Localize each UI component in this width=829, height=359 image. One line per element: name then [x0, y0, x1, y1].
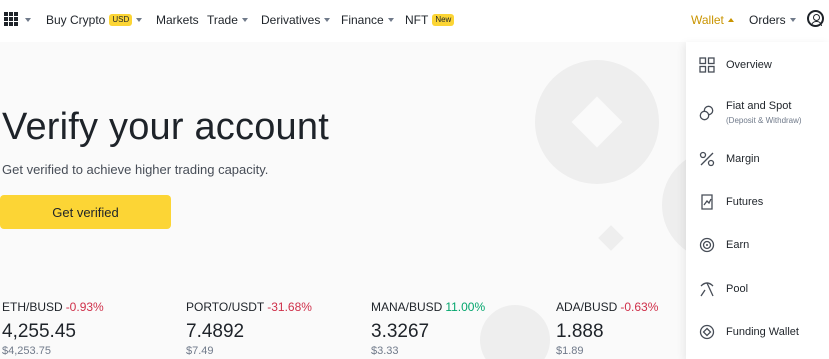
page-subtitle: Get verified to achieve higher trading c…: [2, 162, 269, 177]
decorative-circle-bottom: [480, 305, 550, 359]
percent-icon: [699, 151, 715, 167]
ticker-usd-price: $4,253.75: [2, 345, 51, 357]
ticker-price: 7.4892: [186, 321, 245, 342]
ticker-price: 3.3267: [371, 321, 430, 342]
nav-finance[interactable]: Finance: [341, 12, 394, 28]
wallet-menu-label: Fiat and Spot: [726, 100, 792, 112]
ticker-card[interactable]: MANA/BUSD 11.00% 3.3267 $3.33: [371, 298, 485, 357]
wallet-dropdown-menu: Overview Fiat and Spot (Deposit & Withdr…: [686, 42, 829, 359]
earn-target-icon: [699, 237, 715, 253]
futures-chart-icon: [699, 194, 715, 210]
ticker-card[interactable]: PORTO/USDT -31.68% 7.4892 $7.49: [186, 298, 312, 357]
new-badge: New: [432, 14, 455, 26]
chevron-down-icon: [789, 18, 796, 22]
ticker-pair: ADA/BUSD: [556, 300, 618, 314]
user-account-icon[interactable]: [807, 10, 824, 27]
nav-markets[interactable]: Markets: [156, 12, 199, 28]
ticker-change: -0.63%: [620, 300, 659, 314]
pickaxe-icon: [699, 281, 715, 297]
usd-badge: USD: [109, 14, 133, 26]
get-verified-button[interactable]: Get verified: [0, 195, 171, 229]
ticker-usd-price: $1.89: [556, 345, 584, 357]
wallet-menu-futures[interactable]: Futures: [686, 184, 829, 220]
wallet-menu-label: Pool: [726, 283, 749, 295]
chevron-down-icon: [241, 18, 248, 22]
nav-orders-label: Orders: [749, 13, 786, 27]
chevron-down-icon: [136, 18, 143, 22]
grid-icon: [699, 57, 715, 73]
wallet-menu-fiat-and-spot[interactable]: Fiat and Spot (Deposit & Withdraw): [686, 92, 829, 134]
ticker-pair: PORTO/USDT: [186, 300, 265, 314]
nav-derivatives[interactable]: Derivatives: [261, 12, 331, 28]
wallet-menu-label: Margin: [726, 153, 760, 165]
nav-markets-label: Markets: [156, 13, 199, 27]
coins-icon: [699, 105, 715, 121]
apps-chevron-down-icon[interactable]: [25, 18, 31, 22]
ticker-card[interactable]: ADA/BUSD -0.63% 1.888 $1.89: [556, 298, 658, 357]
decorative-diamond-small: [598, 225, 624, 251]
wallet-menu-sublabel: (Deposit & Withdraw): [726, 116, 802, 125]
wallet-menu-funding-wallet[interactable]: Funding Wallet: [686, 314, 829, 350]
wallet-menu-label: Futures: [726, 196, 764, 208]
nav-buy-crypto[interactable]: Buy Crypto USD: [46, 12, 143, 28]
chevron-down-icon: [324, 18, 331, 22]
ticker-card[interactable]: ETH/BUSD -0.93% 4,255.45 $4,253.75: [2, 298, 104, 357]
wallet-menu-earn[interactable]: Earn: [686, 227, 829, 263]
nav-derivatives-label: Derivatives: [261, 13, 321, 27]
nav-nft[interactable]: NFT New: [405, 12, 455, 28]
nav-trade[interactable]: Trade: [207, 12, 248, 28]
ticker-usd-price: $3.33: [371, 345, 399, 357]
wallet-menu-margin[interactable]: Margin: [686, 141, 829, 177]
ticker-price: 4,255.45: [2, 321, 76, 342]
nav-wallet-label: Wallet: [691, 13, 724, 27]
nav-orders[interactable]: Orders: [749, 12, 796, 28]
nav-nft-label: NFT: [405, 13, 429, 27]
top-nav: Buy Crypto USD Markets Trade Derivatives…: [0, 0, 829, 42]
ticker-price: 1.888: [556, 321, 604, 342]
ticker-usd-price: $7.49: [186, 345, 214, 357]
wallet-menu-label: Earn: [726, 239, 750, 251]
nav-buy-crypto-label: Buy Crypto: [46, 13, 106, 27]
chevron-up-icon: [727, 18, 734, 22]
apps-grid-icon[interactable]: [4, 12, 18, 26]
wallet-menu-pool[interactable]: Pool: [686, 271, 829, 307]
wallet-menu-label: Overview: [726, 59, 772, 71]
ticker-change: -0.93%: [65, 300, 104, 314]
ticker-change: 11.00%: [445, 300, 486, 314]
nav-trade-label: Trade: [207, 13, 238, 27]
ticker-pair: ETH/BUSD: [2, 300, 63, 314]
ticker-change: -31.68%: [267, 300, 312, 314]
nav-finance-label: Finance: [341, 13, 384, 27]
wallet-menu-overview[interactable]: Overview: [686, 47, 829, 83]
nav-wallet[interactable]: Wallet: [691, 12, 734, 28]
chevron-down-icon: [387, 18, 394, 22]
ticker-pair: MANA/BUSD: [371, 300, 443, 314]
wallet-menu-label: Funding Wallet: [726, 326, 799, 338]
page-title: Verify your account: [2, 106, 329, 148]
funding-wallet-icon: [699, 324, 715, 340]
